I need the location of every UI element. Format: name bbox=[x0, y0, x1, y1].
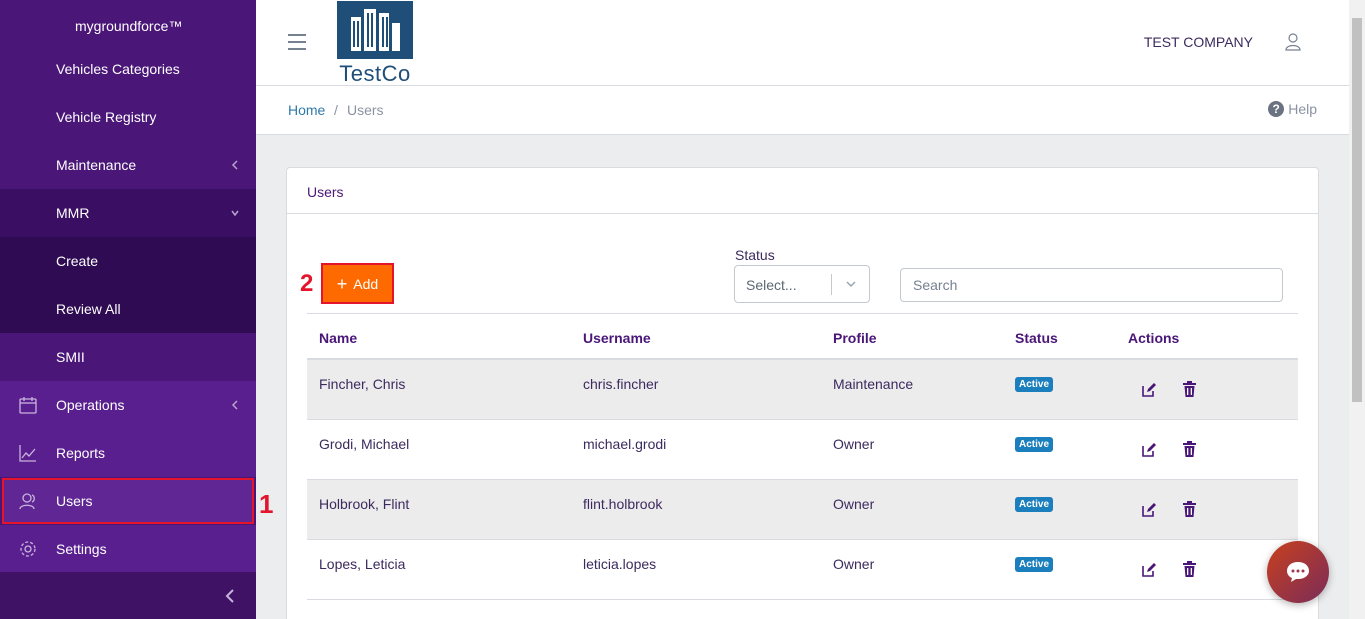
edit-icon[interactable] bbox=[1141, 562, 1157, 578]
cell-name: Fincher, Chris bbox=[319, 376, 406, 392]
table-row: Lopes, Leticia leticia.lopes Owner Activ… bbox=[307, 540, 1298, 600]
company-name[interactable]: TEST COMPANY bbox=[1144, 34, 1253, 50]
breadcrumb-home-link[interactable]: Home bbox=[288, 102, 325, 118]
sidebar-item-label: Reports bbox=[56, 445, 106, 461]
cell-profile: Owner bbox=[833, 496, 875, 512]
status-badge: Active bbox=[1015, 377, 1054, 392]
chevron-left-icon bbox=[231, 160, 238, 170]
chevron-down-icon bbox=[231, 210, 239, 217]
sidebar-item-review-all[interactable]: Review All bbox=[0, 285, 256, 333]
breadcrumb-separator: / bbox=[334, 102, 338, 118]
column-header-status[interactable]: Status bbox=[1015, 330, 1058, 346]
sidebar-item-label: Maintenance bbox=[56, 157, 137, 173]
sidebar-item-vehicle-registry[interactable]: Vehicle Registry bbox=[0, 93, 256, 141]
status-badge: Active bbox=[1015, 557, 1054, 572]
hamburger-menu-icon[interactable] bbox=[288, 34, 306, 50]
logo-text: TestCo bbox=[339, 61, 411, 86]
edit-icon[interactable] bbox=[1141, 502, 1157, 518]
gear-icon bbox=[20, 541, 36, 557]
sidebar: mygroundforce™ Vehicles Categories Vehic… bbox=[0, 0, 256, 619]
help-label: Help bbox=[1288, 101, 1317, 117]
sidebar-item-label: Vehicle Registry bbox=[56, 109, 157, 125]
cell-username: michael.grodi bbox=[583, 436, 667, 452]
sidebar-item-reports[interactable]: Reports bbox=[0, 429, 256, 477]
status-badge: Active bbox=[1015, 437, 1054, 452]
edit-icon[interactable] bbox=[1141, 382, 1157, 398]
column-header-actions: Actions bbox=[1128, 330, 1180, 346]
question-circle-icon: ? bbox=[1268, 101, 1285, 117]
trash-icon[interactable] bbox=[1183, 501, 1196, 517]
sidebar-collapse-button[interactable] bbox=[0, 572, 256, 619]
sidebar-item-label: SMII bbox=[56, 349, 85, 365]
cell-profile: Owner bbox=[833, 556, 875, 572]
scrollbar-thumb[interactable] bbox=[1352, 18, 1362, 402]
status-select-placeholder: Select... bbox=[746, 277, 797, 293]
breadcrumb-current: Users bbox=[347, 102, 384, 118]
sidebar-item-label: Review All bbox=[56, 301, 121, 317]
sidebar-item-label: Operations bbox=[56, 397, 125, 413]
sidebar-item-maintenance[interactable]: Maintenance bbox=[0, 141, 256, 189]
sidebar-item-label: Create bbox=[56, 253, 99, 269]
column-header-profile[interactable]: Profile bbox=[833, 330, 877, 346]
company-logo[interactable]: TestCo bbox=[337, 1, 413, 86]
cell-name: Grodi, Michael bbox=[319, 436, 410, 452]
search-input[interactable] bbox=[900, 268, 1283, 302]
chat-bubble-icon bbox=[1287, 562, 1309, 582]
annotation-number-2: 2 bbox=[300, 270, 314, 297]
chat-widget-button[interactable] bbox=[1267, 541, 1329, 603]
status-badge: Active bbox=[1015, 497, 1054, 512]
cell-username: chris.fincher bbox=[583, 376, 659, 392]
cell-name: Lopes, Leticia bbox=[319, 556, 406, 572]
add-button-label: Add bbox=[353, 275, 379, 292]
add-user-button[interactable]: + Add bbox=[321, 263, 394, 304]
cell-profile: Maintenance bbox=[833, 376, 914, 392]
table-row: Grodi, Michael michael.grodi Owner Activ… bbox=[307, 420, 1298, 480]
trash-icon[interactable] bbox=[1183, 381, 1196, 397]
table-row: Holbrook, Flint flint.holbrook Owner Act… bbox=[307, 480, 1298, 540]
sidebar-item-create[interactable]: Create bbox=[0, 237, 256, 285]
sidebar-item-users[interactable]: Users bbox=[0, 477, 256, 525]
cell-username: leticia.lopes bbox=[583, 556, 657, 572]
cell-username: flint.holbrook bbox=[583, 496, 663, 512]
building-logo-icon bbox=[337, 1, 413, 59]
select-divider bbox=[831, 274, 832, 295]
sidebar-item-mmr[interactable]: MMR bbox=[0, 189, 256, 237]
annotation-number-1: 1 bbox=[259, 489, 274, 519]
status-select[interactable]: Select... bbox=[734, 265, 870, 303]
status-filter-label: Status bbox=[735, 247, 775, 263]
trash-icon[interactable] bbox=[1183, 561, 1196, 577]
plus-icon: + bbox=[336, 273, 348, 294]
chevron-left-icon bbox=[225, 589, 234, 603]
edit-icon[interactable] bbox=[1141, 442, 1157, 458]
breadcrumb: Home / Users ? Help bbox=[256, 86, 1349, 135]
column-header-name[interactable]: Name bbox=[319, 330, 357, 346]
sidebar-item-operations[interactable]: Operations bbox=[0, 381, 256, 429]
top-header: TestCo TEST COMPANY bbox=[256, 0, 1349, 86]
table-header: Name Username Profile Status Actions bbox=[307, 313, 1298, 360]
sidebar-item-label: MMR bbox=[56, 205, 90, 221]
table-row: Fincher, Chris chris.fincher Maintenance… bbox=[307, 360, 1298, 420]
page-scrollbar[interactable] bbox=[1349, 0, 1365, 619]
sidebar-item-label: Users bbox=[56, 493, 93, 509]
sidebar-item-settings[interactable]: Settings bbox=[0, 525, 256, 573]
card-title: Users bbox=[287, 168, 1318, 214]
sidebar-item-smii[interactable]: SMII bbox=[0, 333, 256, 381]
chevron-left-icon bbox=[231, 400, 238, 410]
chart-line-icon bbox=[19, 445, 36, 462]
help-link[interactable]: ? Help bbox=[1268, 101, 1317, 117]
user-icon[interactable] bbox=[1285, 33, 1301, 51]
sidebar-item-label: Settings bbox=[56, 541, 107, 557]
cell-profile: Owner bbox=[833, 436, 875, 452]
cell-name: Holbrook, Flint bbox=[319, 496, 410, 512]
trash-icon[interactable] bbox=[1183, 441, 1196, 457]
chevron-down-icon[interactable] bbox=[845, 278, 857, 290]
users-table: Name Username Profile Status Actions Fin… bbox=[307, 313, 1298, 600]
sidebar-item-label: Vehicles Categories bbox=[56, 61, 180, 77]
calendar-icon bbox=[19, 397, 37, 414]
sidebar-item-vehicles-categories[interactable]: Vehicles Categories bbox=[0, 45, 256, 93]
users-icon bbox=[19, 493, 35, 510]
column-header-username[interactable]: Username bbox=[583, 330, 651, 346]
